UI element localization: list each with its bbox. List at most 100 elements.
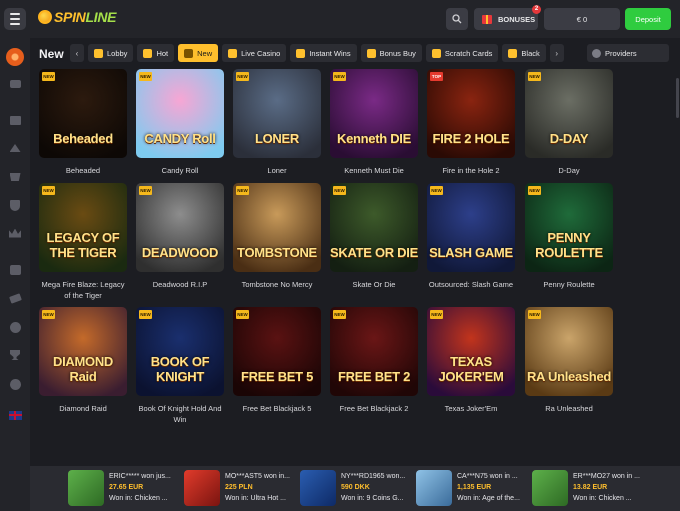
game-name[interactable]: Kenneth Must Die (330, 165, 418, 176)
game-thumbnail[interactable]: NEW FREE BET 2 (330, 307, 418, 396)
game-name[interactable]: Free Bet Blackjack 5 (233, 403, 321, 414)
winner-game-thumbnail[interactable] (532, 470, 568, 506)
game-thumbnail[interactable]: NEW SKATE OR DIE (330, 183, 418, 272)
tab-hot[interactable]: Hot (137, 44, 175, 62)
game-name[interactable]: Book Of Knight Hold And Win (136, 403, 224, 425)
category-prev-button[interactable]: ‹ (70, 44, 84, 62)
sidebar-settings-icon[interactable] (8, 321, 22, 333)
game-tile[interactable]: NEW CANDY Roll Candy Roll (136, 69, 224, 176)
logo[interactable]: SPINLINE (38, 9, 116, 25)
winner-item[interactable]: CA***N75 won in ... 1,135 EUR Won in: Age … (416, 470, 520, 508)
game-name[interactable]: Outsourced: Slash Game (427, 279, 515, 290)
sidebar-slots-icon[interactable] (8, 114, 22, 126)
game-tile[interactable]: NEW BOOK OF KNIGHT Book Of Knight Hold And… (136, 307, 224, 425)
tab-scratch-cards[interactable]: Scratch Cards (425, 44, 499, 62)
language-flag-icon[interactable] (8, 409, 22, 421)
winner-item[interactable]: ER***MO27 won in ... 13.82 EUR Won in: Chi… (532, 470, 640, 508)
game-name[interactable]: Free Bet Blackjack 2 (330, 403, 418, 414)
bonuses-label: BONUSES (498, 14, 536, 24)
game-tile[interactable]: NEW FREE BET 5 Free Bet Blackjack 5 (233, 307, 321, 414)
sidebar-basket-icon[interactable] (8, 171, 22, 183)
game-thumbnail[interactable]: NEW PENNY ROULETTE (525, 183, 613, 272)
game-tile[interactable]: NEW TOMBSTONE Tombstone No Mercy (233, 183, 321, 290)
instant-wins-icon (296, 48, 306, 58)
sidebar-lobby-icon[interactable] (8, 78, 22, 90)
game-name[interactable]: Ra Unleashed (525, 403, 613, 414)
sidebar-crown-icon[interactable] (8, 227, 22, 239)
sidebar-ticket-icon[interactable] (8, 292, 22, 304)
game-tile[interactable]: NEW FREE BET 2 Free Bet Blackjack 2 (330, 307, 418, 414)
hamburger-menu-icon[interactable] (4, 8, 26, 30)
game-name[interactable]: Deadwood R.I.P (136, 279, 224, 290)
winner-game-thumbnail[interactable] (300, 470, 336, 506)
game-tile[interactable]: NEW PENNY ROULETTE Penny Roulette (525, 183, 613, 290)
winner-item[interactable]: MO***AST5 won in... 225 PLN Won in: Ultra … (184, 470, 290, 508)
game-thumbnail[interactable]: NEW BOOK OF KNIGHT (136, 307, 224, 396)
sidebar-support-icon[interactable] (8, 378, 22, 390)
game-name[interactable]: Mega Fire Blaze: Legacy of the Tiger (39, 279, 127, 301)
game-thumbnail[interactable]: NEW D-DAY (525, 69, 613, 158)
sidebar-shield-icon[interactable] (8, 199, 22, 211)
game-tile[interactable]: NEW Beheaded Beheaded (39, 69, 127, 176)
game-thumbnail[interactable]: NEW CANDY Roll (136, 69, 224, 158)
tab-new[interactable]: New (178, 44, 219, 62)
game-thumbnail[interactable]: NEW SLASH GAME (427, 183, 515, 272)
sidebar-calendar-icon[interactable] (8, 264, 22, 276)
category-next-button[interactable]: › (549, 44, 564, 62)
game-thumbnail[interactable]: NEW DIAMOND Raid (39, 307, 127, 396)
game-name[interactable]: Diamond Raid (39, 403, 127, 414)
scrollbar[interactable] (676, 78, 679, 118)
game-tile[interactable]: NEW SKATE OR DIE Skate Or Die (330, 183, 418, 290)
tab-bonus-buy[interactable]: Bonus Buy (360, 44, 422, 62)
tab-instant-wins[interactable]: Instant Wins (290, 44, 357, 62)
game-name[interactable]: Tombstone No Mercy (233, 279, 321, 290)
bonuses-button[interactable]: BONUSES 2 (474, 5, 541, 30)
game-name[interactable]: Loner (233, 165, 321, 176)
winner-item[interactable]: ERIC***** won jus... 27.65 EUR Won in: Chi… (68, 470, 171, 508)
game-tile[interactable]: NEW TEXAS JOKER'EM Texas Joker'Em (427, 307, 515, 414)
game-thumbnail[interactable]: NEW TOMBSTONE (233, 183, 321, 272)
deposit-button[interactable]: Deposit (625, 8, 671, 30)
game-tile[interactable]: NEW DIAMOND Raid Diamond Raid (39, 307, 127, 414)
game-tile[interactable]: NEW D-DAY D-Day (525, 69, 613, 176)
game-thumbnail[interactable]: NEW Kenneth DIE (330, 69, 418, 158)
game-name[interactable]: Skate Or Die (330, 279, 418, 290)
ribbon-badge: NEW (333, 310, 346, 319)
providers-button[interactable]: Providers (587, 44, 669, 62)
game-thumbnail[interactable]: NEW DEADWOOD (136, 183, 224, 272)
sidebar-trophy-icon[interactable] (8, 349, 22, 361)
game-name[interactable]: Fire in the Hole 2 (427, 165, 515, 176)
sidebar-table-icon[interactable] (8, 142, 22, 154)
game-thumbnail[interactable]: NEW Beheaded (39, 69, 127, 158)
game-thumbnail[interactable]: TOP FIRE 2 HOLE (427, 69, 515, 158)
game-thumbnail[interactable]: NEW RA Unleashed (525, 307, 613, 396)
winner-game-thumbnail[interactable] (184, 470, 220, 506)
game-tile[interactable]: TOP FIRE 2 HOLE Fire in the Hole 2 (427, 69, 515, 176)
game-name[interactable]: D-Day (525, 165, 613, 176)
game-name[interactable]: Beheaded (39, 165, 127, 176)
game-name[interactable]: Texas Joker'Em (427, 403, 515, 414)
game-tile[interactable]: NEW Kenneth DIE Kenneth Must Die (330, 69, 418, 176)
casino-chip-icon[interactable] (6, 48, 24, 66)
tab-live-casino[interactable]: Live Casino (222, 44, 287, 62)
game-tile[interactable]: NEW LEGACY OF THE TIGER Mega Fire Blaze: L… (39, 183, 127, 301)
game-name[interactable]: Candy Roll (136, 165, 224, 176)
game-tile[interactable]: NEW LONER Loner (233, 69, 321, 176)
game-name[interactable]: Penny Roulette (525, 279, 613, 290)
game-thumbnail[interactable]: NEW TEXAS JOKER'EM (427, 307, 515, 396)
game-tile[interactable]: NEW SLASH GAME Outsourced: Slash Game (427, 183, 515, 290)
game-thumbnail[interactable]: NEW LONER (233, 69, 321, 158)
tab-black[interactable]: Black (502, 44, 546, 62)
winner-text: ERIC***** won jus... 27.65 EUR Won in: Chi… (109, 470, 171, 508)
search-button[interactable] (446, 8, 468, 30)
game-thumbnail[interactable]: NEW FREE BET 5 (233, 307, 321, 396)
winner-game-thumbnail[interactable] (416, 470, 452, 506)
winner-item[interactable]: NY***RD1965 won... 590 DKK Won in: 9 Coins… (300, 470, 405, 508)
game-thumbnail[interactable]: NEW LEGACY OF THE TIGER (39, 183, 127, 272)
game-tile[interactable]: NEW DEADWOOD Deadwood R.I.P (136, 183, 224, 290)
game-logo-text: Kenneth DIE (337, 131, 411, 146)
game-tile[interactable]: NEW RA Unleashed Ra Unleashed (525, 307, 613, 414)
balance-display[interactable]: € 0 (544, 8, 620, 30)
tab-lobby[interactable]: Lobby (88, 44, 134, 62)
winner-game-thumbnail[interactable] (68, 470, 104, 506)
